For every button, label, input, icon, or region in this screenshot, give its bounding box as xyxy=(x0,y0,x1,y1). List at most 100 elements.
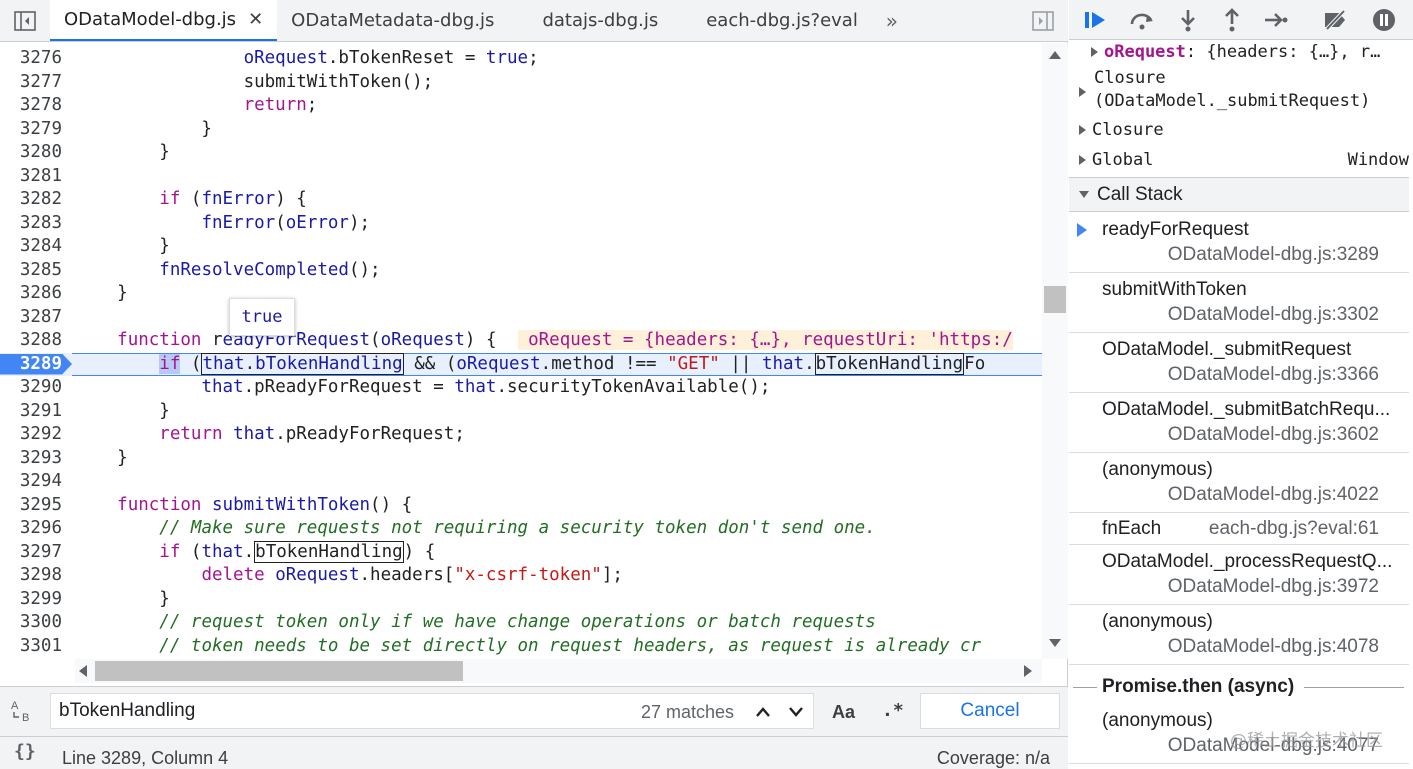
inline-value[interactable]: oRequest = {headers: {…}, requestUri: 'h… xyxy=(517,330,1013,350)
code-line[interactable]: 3281 xyxy=(0,165,1042,189)
frame-location-link[interactable]: ODataModel-dbg.js:3302 xyxy=(1168,304,1379,326)
deactivate-breakpoints-icon[interactable] xyxy=(1321,6,1351,34)
code-line[interactable]: 3301 // token needs to be set directly o… xyxy=(0,635,1042,659)
line-number[interactable]: 3302 xyxy=(0,658,62,659)
expand-icon[interactable] xyxy=(1079,155,1086,165)
frame-location-link[interactable]: ODataModel-dbg.js:3289 xyxy=(1168,244,1379,266)
line-number[interactable]: 3284 xyxy=(0,235,62,259)
call-frame[interactable]: submitWithToken ODataModel-dbg.js:3302 xyxy=(1069,273,1409,333)
editor-horizontal-scrollbar[interactable] xyxy=(75,659,1042,683)
tab-odatametadata[interactable]: ODataMetadata-dbg.js xyxy=(277,0,508,41)
match-case-button[interactable]: Aa xyxy=(832,702,855,723)
resume-icon[interactable] xyxy=(1081,6,1111,34)
line-number[interactable]: 3289 xyxy=(0,353,72,375)
scope-item-closure-submitrequest[interactable]: Closure (ODataModel._submitRequest) xyxy=(1077,68,1407,118)
scroll-right-icon[interactable] xyxy=(1024,665,1032,677)
call-frame[interactable]: readyForRequest ODataModel-dbg.js:3289 xyxy=(1069,213,1409,273)
replace-toggle-icon[interactable]: AB xyxy=(10,697,36,727)
line-number[interactable]: 3283 xyxy=(0,212,62,236)
code-line[interactable]: 3296 // Make sure requests not requiring… xyxy=(0,517,1042,541)
step-over-icon[interactable] xyxy=(1127,6,1157,34)
line-number[interactable]: 3298 xyxy=(0,564,62,588)
line-number[interactable]: 3295 xyxy=(0,494,62,518)
frame-location-link[interactable]: ODataModel-dbg.js:3602 xyxy=(1168,424,1379,446)
line-number[interactable]: 3291 xyxy=(0,400,62,424)
line-number[interactable]: 3278 xyxy=(0,94,62,118)
editor-vertical-scrollbar[interactable] xyxy=(1042,43,1068,659)
code-line[interactable]: 3294 xyxy=(0,470,1042,494)
code-line[interactable]: 3299 } xyxy=(0,588,1042,612)
code-line[interactable]: 3279 } xyxy=(0,118,1042,142)
frame-location-link[interactable]: ODataModel-dbg.js:3972 xyxy=(1168,576,1379,598)
scope-item-orequest[interactable]: oRequest: {headers: {…}, r… xyxy=(1091,42,1413,62)
pause-on-exceptions-icon[interactable] xyxy=(1369,6,1399,34)
expand-icon[interactable] xyxy=(1091,47,1098,57)
code-line[interactable]: 3300 // request token only if we have ch… xyxy=(0,611,1042,635)
step-icon[interactable] xyxy=(1261,6,1291,34)
line-number[interactable]: 3280 xyxy=(0,141,62,165)
code-view[interactable]: 3276 oRequest.bTokenReset = true; 3277 su… xyxy=(0,43,1042,659)
pretty-print-icon[interactable]: {} xyxy=(14,741,36,762)
line-number[interactable]: 3301 xyxy=(0,635,62,659)
line-number[interactable]: 3288 xyxy=(0,329,62,353)
scope-item-global[interactable]: Global Window xyxy=(1079,150,1409,170)
next-match-button[interactable] xyxy=(782,699,810,725)
line-number[interactable]: 3282 xyxy=(0,188,62,212)
code-line[interactable]: 3292 return that.pReadyForRequest; xyxy=(0,423,1042,447)
close-icon[interactable]: ✕ xyxy=(248,9,263,30)
call-frame[interactable]: fnEach each-dbg.js?eval:61 xyxy=(1069,514,1409,545)
frame-location-link[interactable]: ODataModel-dbg.js:4022 xyxy=(1168,484,1379,506)
line-number[interactable]: 3296 xyxy=(0,517,62,541)
scroll-thumb[interactable] xyxy=(95,661,463,681)
line-number[interactable]: 3292 xyxy=(0,423,62,447)
code-line[interactable]: 3295 function submitWithToken() { xyxy=(0,494,1042,518)
call-frame[interactable]: ODataModel._submitRequest ODataModel-dbg.… xyxy=(1069,333,1409,393)
line-number[interactable]: 3286 xyxy=(0,282,62,306)
code-line[interactable]: 3283 fnError(oError); xyxy=(0,212,1042,236)
code-line[interactable]: 3291 } xyxy=(0,400,1042,424)
call-frame[interactable]: (anonymous) ODataModel-dbg.js:4078 xyxy=(1069,605,1409,665)
line-number[interactable]: 3277 xyxy=(0,71,62,95)
toggle-debugger-sidebar-icon[interactable] xyxy=(1018,0,1068,41)
call-stack-header[interactable]: Call Stack xyxy=(1069,177,1409,212)
scroll-down-icon[interactable] xyxy=(1049,639,1061,647)
frame-location-link[interactable]: each-dbg.js?eval:61 xyxy=(1209,518,1379,540)
code-line[interactable]: 3289 if (that.bTokenHandling && (oReques… xyxy=(0,352,1042,376)
regex-button[interactable]: .* xyxy=(882,700,904,721)
expand-icon[interactable] xyxy=(1079,87,1086,97)
code-line[interactable]: 3282 if (fnError) { xyxy=(0,188,1042,212)
frame-location-link[interactable]: ODataModel-dbg.js:4078 xyxy=(1168,636,1379,658)
code-line[interactable]: 3285 fnResolveCompleted(); xyxy=(0,259,1042,283)
more-tabs-icon[interactable]: » xyxy=(872,0,912,41)
line-number[interactable]: 3297 xyxy=(0,541,62,565)
code-line[interactable]: 3290 that.pReadyForRequest = that.securi… xyxy=(0,376,1042,400)
code-line[interactable]: 3298 delete oRequest.headers["x-csrf-tok… xyxy=(0,564,1042,588)
scroll-up-icon[interactable] xyxy=(1049,51,1061,59)
previous-match-button[interactable] xyxy=(749,699,777,725)
line-number[interactable]: 3300 xyxy=(0,611,62,635)
line-number[interactable]: 3290 xyxy=(0,376,62,400)
code-line[interactable]: 3286 } xyxy=(0,282,1042,306)
call-frame[interactable]: ODataModel._submitBatchRequ... ODataModel… xyxy=(1069,393,1409,453)
scroll-thumb[interactable] xyxy=(1044,286,1066,313)
line-number[interactable]: 3281 xyxy=(0,165,62,189)
line-number[interactable]: 3287 xyxy=(0,306,62,330)
line-number[interactable]: 3285 xyxy=(0,259,62,283)
step-out-icon[interactable] xyxy=(1217,6,1247,34)
scope-item-closure[interactable]: Closure xyxy=(1079,120,1409,140)
code-line[interactable]: 3280 } xyxy=(0,141,1042,165)
frame-location-link[interactable]: ODataModel-dbg.js:3366 xyxy=(1168,364,1379,386)
search-input[interactable] xyxy=(59,699,619,723)
tab-datajs[interactable]: datajs-dbg.js xyxy=(508,0,672,41)
step-into-icon[interactable] xyxy=(1173,6,1203,34)
code-line[interactable]: 3293 } xyxy=(0,447,1042,471)
call-frame[interactable]: (anonymous) ODataModel-dbg.js:4022 xyxy=(1069,453,1409,513)
line-number[interactable]: 3276 xyxy=(0,47,62,71)
code-line[interactable]: 3284 } xyxy=(0,235,1042,259)
cancel-button[interactable]: Cancel xyxy=(920,693,1060,729)
call-frame[interactable]: ODataModel._processRequestQ... ODataModel… xyxy=(1069,545,1409,605)
line-number[interactable]: 3279 xyxy=(0,118,62,142)
code-line[interactable]: 3278 return; xyxy=(0,94,1042,118)
tab-odatamodel[interactable]: ODataModel-dbg.js ✕ xyxy=(50,0,278,41)
code-line[interactable]: 3287 xyxy=(0,306,1042,330)
